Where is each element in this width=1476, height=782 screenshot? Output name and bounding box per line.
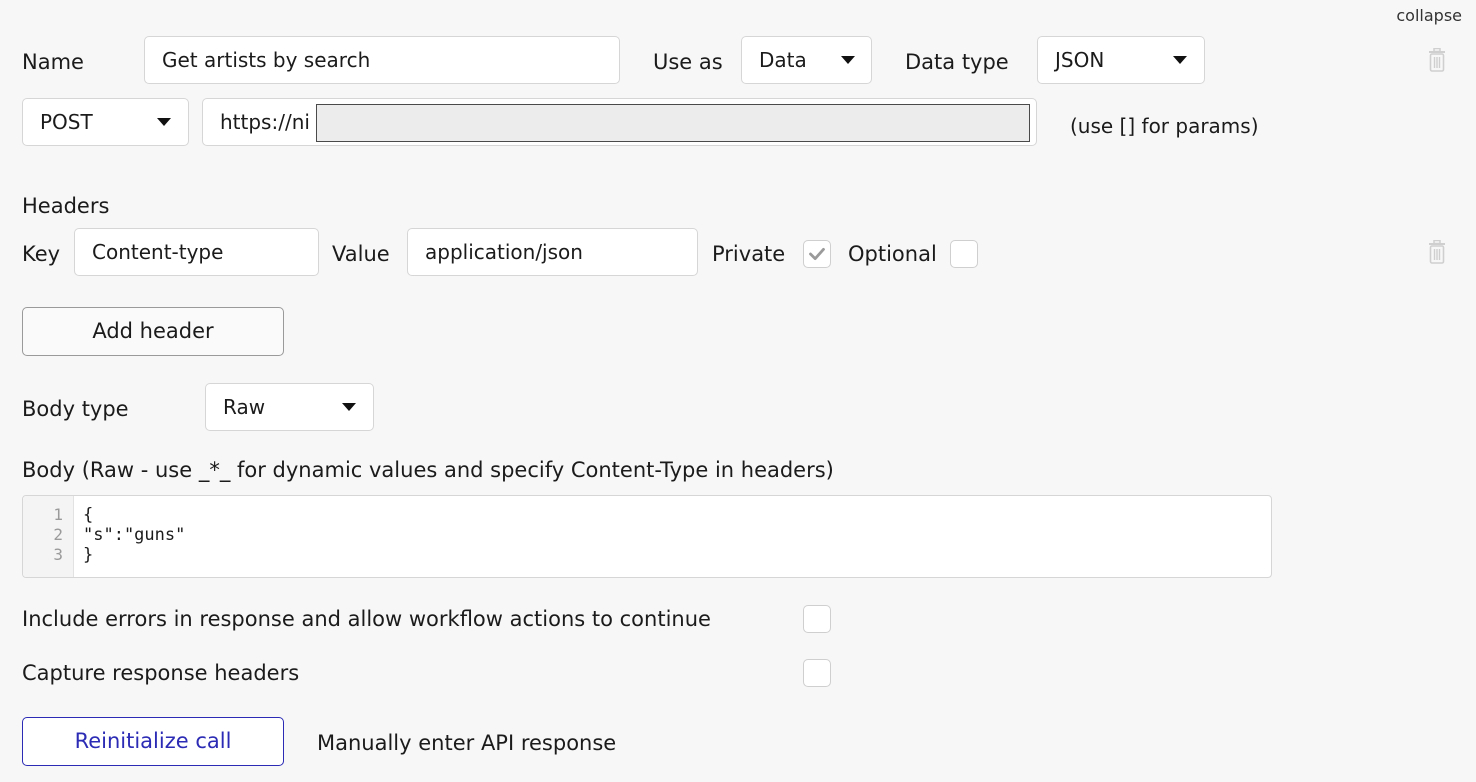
private-label: Private <box>712 242 786 266</box>
name-label: Name <box>22 50 84 74</box>
body-type-label: Body type <box>22 397 129 421</box>
method-select[interactable]: POST <box>22 98 189 146</box>
body-editor[interactable]: 1 { 2 "s":"guns" 3 } <box>22 495 1272 578</box>
url-redaction <box>316 104 1030 142</box>
add-header-button[interactable]: Add header <box>22 307 284 356</box>
collapse-link[interactable]: collapse <box>1396 6 1462 25</box>
use-as-value: Data <box>759 48 807 72</box>
capture-headers-label: Capture response headers <box>22 661 300 685</box>
url-value: https://ni <box>220 110 310 134</box>
name-input[interactable]: Get artists by search <box>144 36 620 84</box>
editor-lines: 1 { 2 "s":"guns" 3 } <box>43 505 1243 571</box>
chevron-down-icon <box>157 118 171 126</box>
body-type-select[interactable]: Raw <box>205 383 374 431</box>
trash-icon[interactable] <box>1427 48 1447 72</box>
data-type-label: Data type <box>905 50 1009 74</box>
reinitialize-call-button[interactable]: Reinitialize call <box>22 717 284 766</box>
use-as-select[interactable]: Data <box>741 36 872 84</box>
header-key-input[interactable]: Content-type <box>74 228 319 276</box>
use-as-label: Use as <box>653 50 723 74</box>
headers-title: Headers <box>22 194 110 218</box>
header-value-label: Value <box>332 242 390 266</box>
body-label: Body (Raw - use _*_ for dynamic values a… <box>22 458 834 482</box>
body-type-value: Raw <box>223 395 266 419</box>
data-type-select[interactable]: JSON <box>1037 36 1205 84</box>
line-number: 3 <box>53 545 63 564</box>
optional-checkbox[interactable] <box>950 240 978 268</box>
optional-label: Optional <box>848 242 937 266</box>
method-value: POST <box>40 110 93 134</box>
code-line: { <box>83 505 94 525</box>
capture-headers-checkbox[interactable] <box>803 659 831 687</box>
data-type-value: JSON <box>1055 48 1105 72</box>
url-hint: (use [] for params) <box>1070 114 1259 138</box>
code-line: } <box>83 545 94 565</box>
private-checkbox[interactable] <box>803 240 831 268</box>
chevron-down-icon <box>1173 56 1187 64</box>
trash-icon[interactable] <box>1427 240 1447 264</box>
include-errors-label: Include errors in response and allow wor… <box>22 607 711 631</box>
checkmark-icon <box>809 247 825 261</box>
code-line: "s":"guns" <box>83 525 186 545</box>
header-value-input[interactable]: application/json <box>407 228 698 276</box>
line-number: 1 <box>53 505 63 524</box>
chevron-down-icon <box>342 403 356 411</box>
chevron-down-icon <box>841 56 855 64</box>
manually-enter-response-link[interactable]: Manually enter API response <box>317 729 616 757</box>
line-number: 2 <box>53 525 63 544</box>
include-errors-checkbox[interactable] <box>803 605 831 633</box>
header-key-label: Key <box>22 242 61 266</box>
